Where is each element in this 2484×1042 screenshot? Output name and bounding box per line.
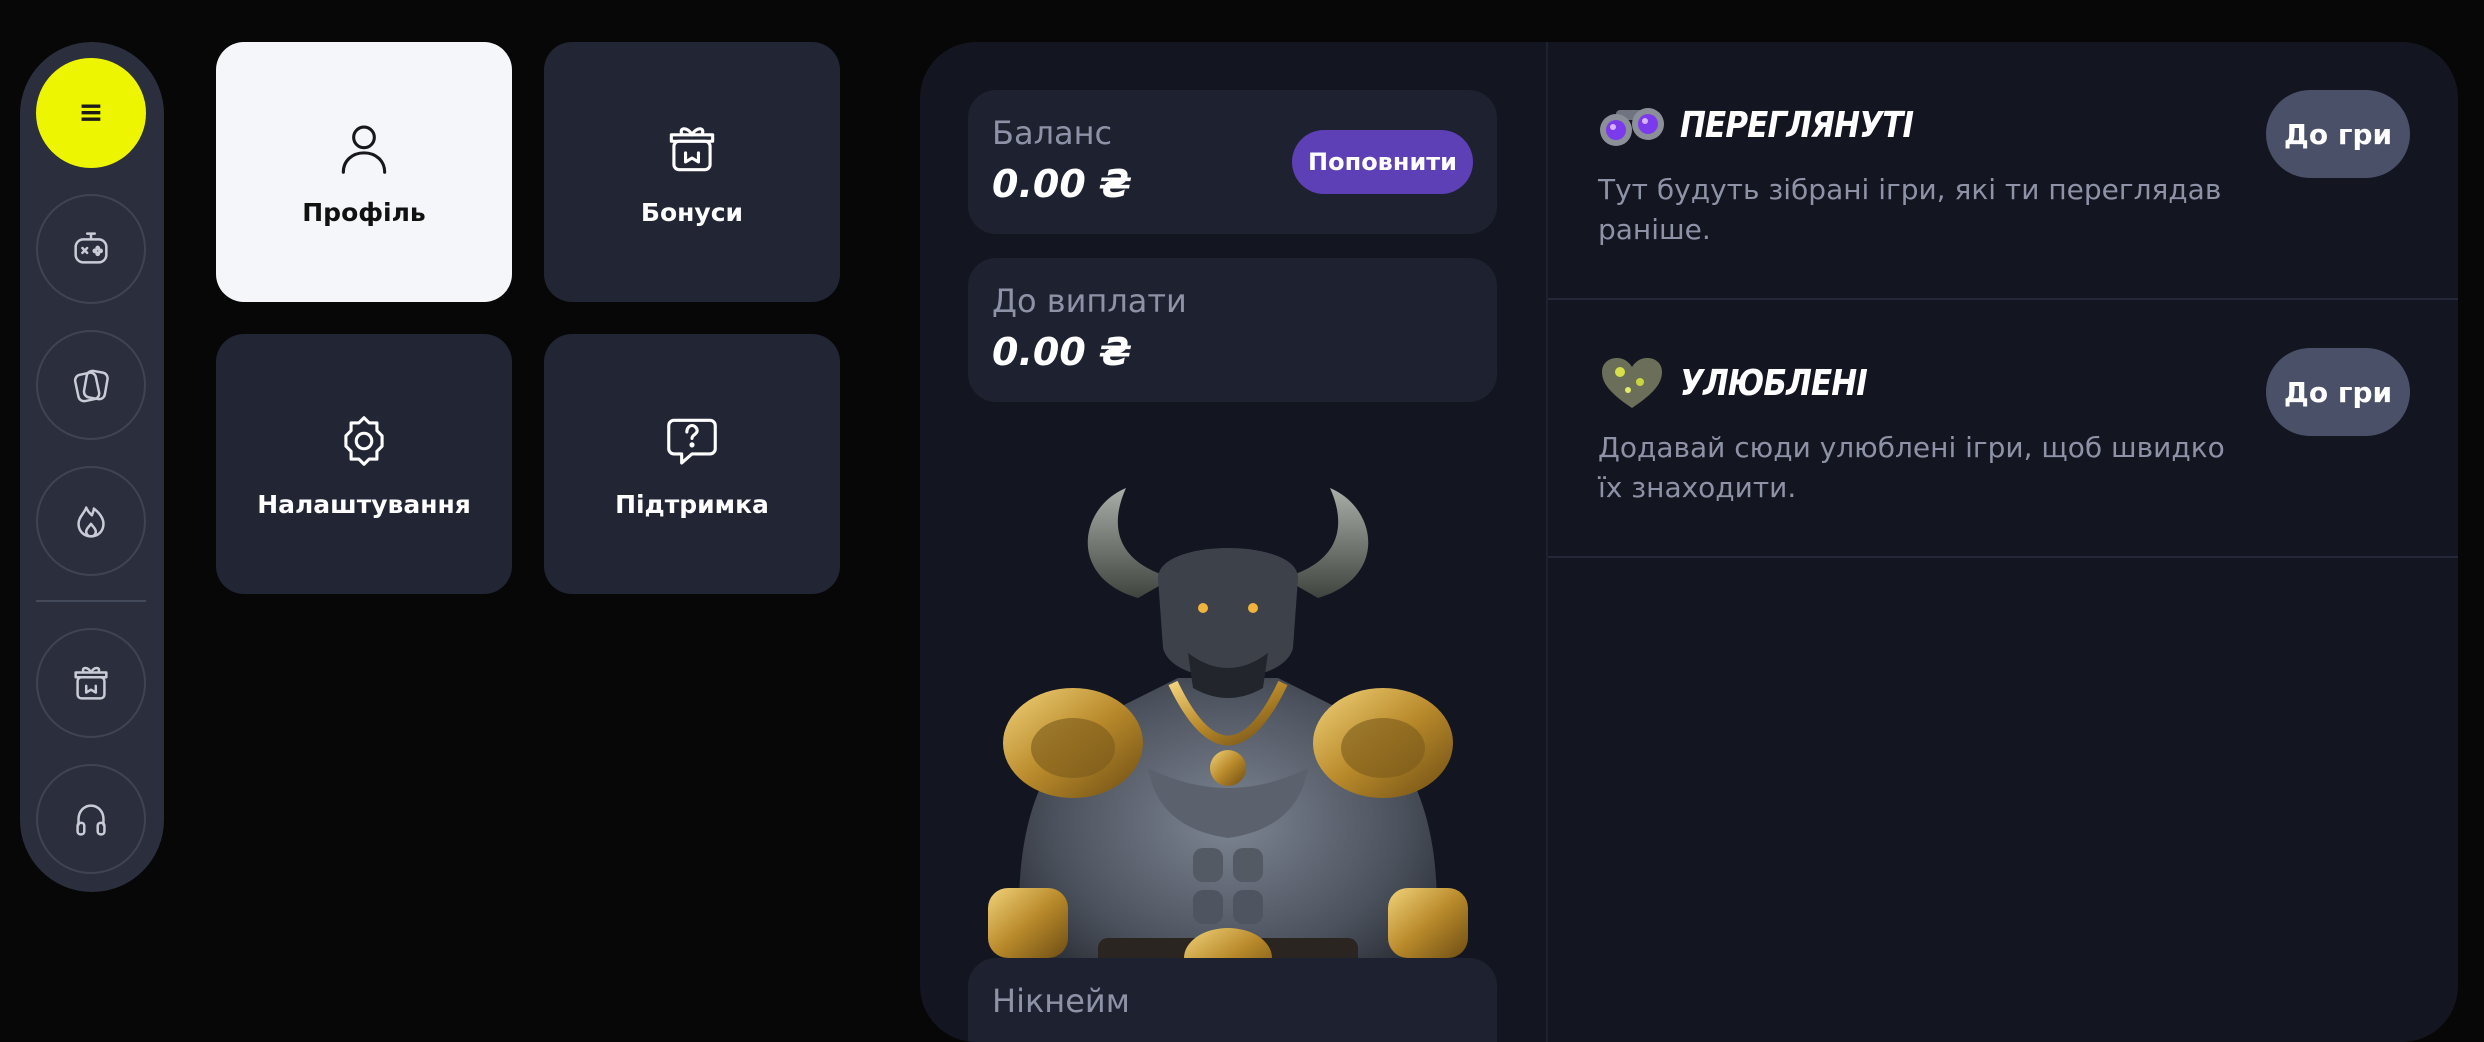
balance-label: Баланс (992, 114, 1113, 152)
tile-label: Профіль (302, 197, 426, 227)
tile-label: Бонуси (640, 197, 744, 227)
tile-settings[interactable]: Налаштування (216, 334, 512, 594)
payout-card: До виплати 0.00 ₴ (968, 258, 1497, 402)
favorites-go-button[interactable]: До гри (2266, 348, 2410, 436)
gamepad-icon (74, 232, 108, 264)
rail-support-button[interactable] (36, 764, 146, 874)
menu-icon: ≡ (78, 95, 104, 130)
tile-support[interactable]: Підтримка (544, 334, 840, 594)
profile-panel: Баланс 0.00 ₴ Поповнити До виплати 0.00 … (920, 42, 2458, 1042)
avatar-illustration (988, 488, 1468, 998)
viewed-title: ПЕРЕГЛЯНУТІ (1680, 104, 1914, 146)
user-icon (341, 124, 387, 174)
topup-button[interactable]: Поповнити (1292, 130, 1473, 194)
rail-bonus-button[interactable] (36, 628, 146, 738)
tile-bonuses[interactable]: Бонуси (544, 42, 840, 302)
tile-label: Налаштування (257, 489, 471, 519)
rail-hot-button[interactable] (36, 466, 146, 576)
viewed-section: ПЕРЕГЛЯНУТІ Тут будуть зібрані ігри, які… (1548, 42, 2458, 300)
balance-card: Баланс 0.00 ₴ Поповнити (968, 90, 1497, 234)
payout-value: 0.00 ₴ (992, 330, 1132, 374)
viewed-description: Тут будуть зібрані ігри, які ти перегляд… (1598, 173, 2222, 246)
viewed-go-button[interactable]: До гри (2266, 90, 2410, 178)
rail-games-button[interactable] (36, 194, 146, 304)
tile-label: Підтримка (615, 489, 769, 519)
nickname-label: Нікнейм (992, 982, 1130, 1020)
favorites-description: Додавай сюди улюблені ігри, щоб швидко ї… (1598, 431, 2225, 504)
sidebar-rail: ≡ (20, 42, 164, 892)
favorites-section: УЛЮБЛЕНІ Додавай сюди улюблені ігри, щоб… (1548, 300, 2458, 558)
flame-icon (77, 506, 105, 538)
gift-icon (74, 666, 108, 700)
gift-icon (669, 126, 715, 171)
rail-divider (36, 600, 146, 602)
heart-icon (1602, 358, 1662, 408)
balance-value: 0.00 ₴ (992, 162, 1132, 206)
payout-label: До виплати (992, 282, 1187, 320)
tile-profile[interactable]: Профіль (216, 42, 512, 302)
cards-icon (73, 369, 109, 403)
favorites-title: УЛЮБЛЕНІ (1680, 362, 1868, 404)
help-chat-icon (667, 418, 717, 465)
headset-icon (76, 804, 106, 836)
rail-cards-button[interactable] (36, 330, 146, 440)
gear-icon (344, 415, 384, 466)
binoculars-icon (1600, 108, 1664, 146)
nickname-card: Нікнейм (968, 958, 1497, 1042)
menu-button[interactable]: ≡ (36, 58, 146, 168)
